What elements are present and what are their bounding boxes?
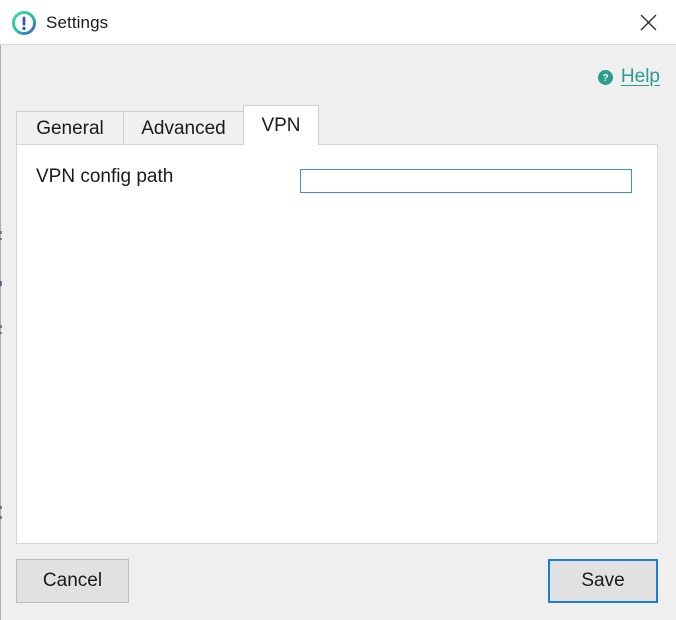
title-bar: Settings <box>0 0 676 45</box>
window-title: Settings <box>46 12 109 32</box>
save-button-label: Save <box>581 570 625 591</box>
settings-window: Settings ? Help General Advanced VPN VPN… <box>0 0 676 620</box>
tab-general[interactable]: General <box>16 111 124 145</box>
tab-advanced-label: Advanced <box>141 117 226 139</box>
background-artifact <box>0 325 2 328</box>
tab-strip: General Advanced VPN <box>16 105 658 145</box>
vpn-config-path-label: VPN config path <box>36 166 174 187</box>
save-button[interactable]: Save <box>548 559 658 603</box>
tab-advanced[interactable]: Advanced <box>123 111 244 145</box>
title-bar-left: Settings <box>12 0 108 45</box>
tab-vpn-label: VPN <box>261 114 301 136</box>
vpn-config-path-row: VPN config path <box>17 145 659 205</box>
tab-general-label: General <box>36 117 104 139</box>
cancel-button[interactable]: Cancel <box>16 559 129 603</box>
background-artifact <box>0 281 2 286</box>
vpn-config-path-input[interactable] <box>300 169 632 193</box>
tab-vpn[interactable]: VPN <box>243 105 319 145</box>
help-link-row[interactable]: ? Help <box>597 66 660 88</box>
background-artifact <box>0 238 2 240</box>
close-button[interactable] <box>628 4 668 40</box>
window-left-edge <box>0 38 1 620</box>
svg-text:?: ? <box>602 73 608 84</box>
cancel-button-label: Cancel <box>42 570 103 591</box>
help-link[interactable]: Help <box>621 66 660 88</box>
background-artifact <box>0 506 2 509</box>
close-icon <box>640 14 657 31</box>
background-artifact <box>0 516 2 519</box>
question-circle-icon: ? <box>597 69 613 85</box>
background-artifact <box>0 332 2 334</box>
background-artifact <box>0 231 2 234</box>
vpn-tab-panel: VPN config path <box>16 144 658 544</box>
exclamation-circle-icon <box>12 10 36 35</box>
